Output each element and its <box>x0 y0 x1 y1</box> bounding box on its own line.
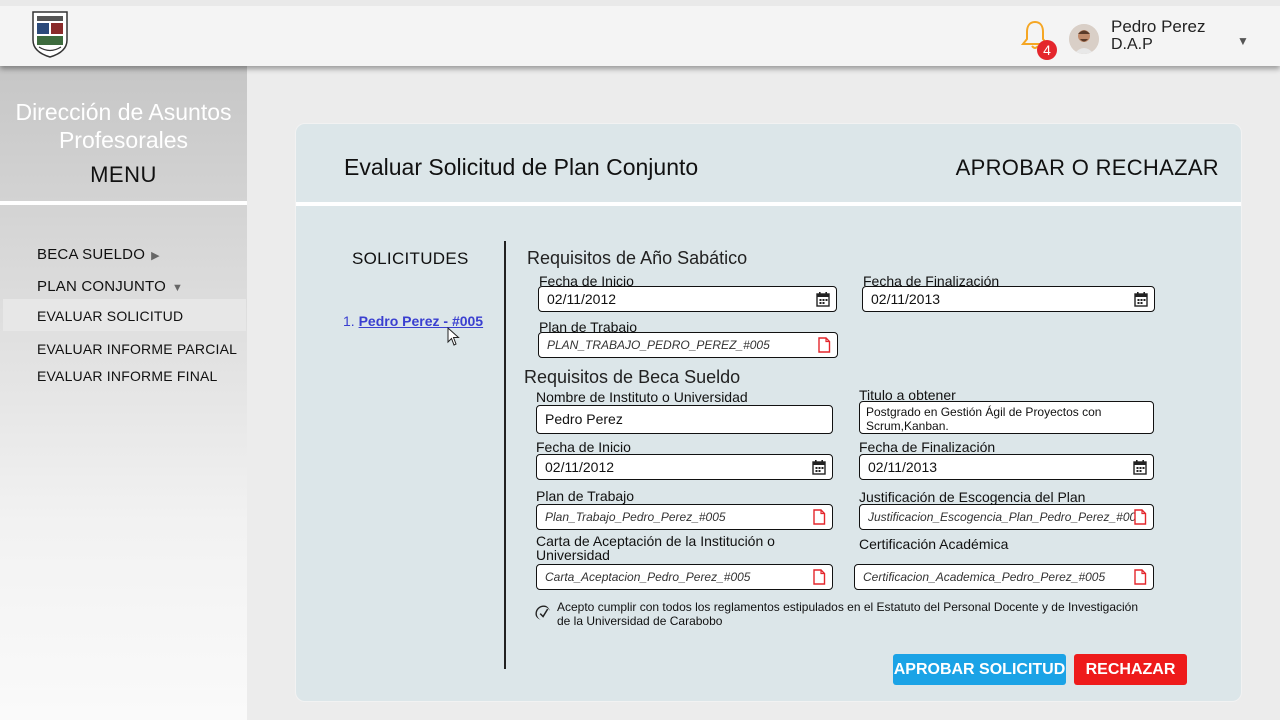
fecha-inicio-value: 02/11/2012 <box>547 291 617 307</box>
fecha-fin-field[interactable]: 02/11/2013 <box>862 286 1155 312</box>
section-title-beca: Requisitos de Beca Sueldo <box>524 367 741 387</box>
certificacion-file[interactable]: Certificacion_Academica_Pedro_Perez_#005 <box>854 564 1154 590</box>
label-beca-fecha-inicio: Fecha de Inicio <box>536 439 631 455</box>
instituto-value: Pedro Perez <box>545 411 623 427</box>
carta-file[interactable]: Carta_Aceptacion_Pedro_Perez_#005 <box>536 564 833 590</box>
notification-badge: 4 <box>1037 40 1057 60</box>
top-bar: 4 Pedro Perez D.A.P ▼ <box>0 0 1280 66</box>
plan-trabajo-file[interactable]: PLAN_TRABAJO_PEDRO_PEREZ_#005 <box>538 332 838 358</box>
section-title-sabatico: Requisitos de Año Sabático <box>527 248 748 268</box>
justificacion-filename: Justificacion_Escogencia_Plan_Pedro_Pere… <box>868 510 1143 524</box>
sidebar-item-beca-sueldo[interactable]: BECA SUELDO ▶ <box>37 246 160 263</box>
user-role: D.A.P <box>1111 36 1153 53</box>
reject-button[interactable]: RECHAZAR <box>1074 654 1187 685</box>
beca-fecha-inicio-field[interactable]: 02/11/2012 <box>536 454 833 480</box>
sidebar-item-label: BECA SUELDO <box>37 246 146 263</box>
sidebar-title: Dirección de Asuntos Profesorales <box>0 98 247 154</box>
approve-button[interactable]: APROBAR SOLICITUD <box>893 654 1066 685</box>
sidebar-title-line2: Profesorales <box>58 127 189 153</box>
page-title: Evaluar Solicitud de Plan Conjunto <box>344 154 699 180</box>
agreement-checkbox[interactable] <box>535 605 550 620</box>
certificacion-filename: Certificacion_Academica_Pedro_Perez_#005 <box>863 570 1106 584</box>
agreement-line1: Acepto cumplir con todos los reglamentos… <box>557 600 1139 614</box>
cursor-icon <box>447 327 460 346</box>
label-carta-line1: Carta de Aceptación de la Institución o <box>536 533 775 549</box>
vertical-divider <box>504 241 506 669</box>
sidebar-divider <box>0 201 247 205</box>
fecha-inicio-field[interactable]: 02/11/2012 <box>538 286 837 312</box>
calendar-icon[interactable] <box>812 459 826 475</box>
titulo-field[interactable]: Postgrado en Gestión Ágil de Proyectos c… <box>859 401 1154 434</box>
pdf-file-icon[interactable] <box>817 337 831 353</box>
fecha-fin-value: 02/11/2013 <box>871 291 941 307</box>
beca-fecha-inicio-value: 02/11/2012 <box>545 459 615 475</box>
beca-fecha-fin-field[interactable]: 02/11/2013 <box>859 454 1154 480</box>
label-beca-fecha-fin: Fecha de Finalización <box>859 439 996 455</box>
pdf-file-icon[interactable] <box>812 569 826 585</box>
titulo-line2: Scrum,Kanban. <box>866 419 949 433</box>
carta-filename: Carta_Aceptacion_Pedro_Perez_#005 <box>545 570 751 584</box>
instituto-field[interactable]: Pedro Perez <box>536 405 833 434</box>
chevron-down-icon[interactable]: ▼ <box>1237 34 1249 48</box>
sidebar-title-line1: Dirección de Asuntos <box>15 99 232 125</box>
sidebar: Dirección de Asuntos Profesorales MENU B… <box>0 66 247 720</box>
logo-seal-icon <box>32 11 68 58</box>
agreement-text: Acepto cumplir con todos los reglamentos… <box>557 600 1157 628</box>
list-item-number: 1. <box>343 313 355 329</box>
solicitud-link[interactable]: Pedro Perez - #005 <box>359 313 484 329</box>
beca-plan-filename: Plan_Trabajo_Pedro_Perez_#005 <box>545 510 726 524</box>
pdf-file-icon[interactable] <box>1133 569 1147 585</box>
chevron-down-icon: ▼ <box>172 282 184 294</box>
sidebar-item-evaluar-informe-final[interactable]: EVALUAR INFORME FINAL <box>37 368 218 384</box>
avatar[interactable] <box>1069 24 1099 54</box>
calendar-icon[interactable] <box>1134 291 1148 307</box>
pdf-file-icon[interactable] <box>1133 509 1147 525</box>
titulo-line1: Postgrado en Gestión Ágil de Proyectos c… <box>866 405 1102 419</box>
label-instituto: Nombre de Instituto o Universidad <box>536 389 748 405</box>
calendar-icon[interactable] <box>816 291 830 307</box>
chevron-right-icon: ▶ <box>151 250 160 262</box>
sidebar-item-plan-conjunto[interactable]: PLAN CONJUNTO ▼ <box>37 278 183 295</box>
action-title: APROBAR O RECHAZAR <box>955 155 1219 180</box>
label-beca-plan: Plan de Trabajo <box>536 488 635 504</box>
sidebar-item-label: PLAN CONJUNTO <box>37 278 167 295</box>
solicitudes-heading: SOLICITUDES <box>352 249 469 268</box>
sidebar-item-evaluar-solicitud[interactable]: EVALUAR SOLICITUD <box>37 308 183 324</box>
avatar-icon <box>1069 24 1099 54</box>
agreement-line2: de la Universidad de Carabobo <box>557 614 723 628</box>
pdf-file-icon[interactable] <box>812 509 826 525</box>
list-item: 1. Pedro Perez - #005 <box>343 313 483 329</box>
panel-divider <box>296 202 1241 206</box>
justificacion-file[interactable]: Justificacion_Escogencia_Plan_Pedro_Pere… <box>859 504 1154 530</box>
label-justificacion: Justificación de Escogencia del Plan <box>859 489 1086 505</box>
user-name: Pedro Perez <box>1111 17 1206 36</box>
menu-label: MENU <box>90 162 157 187</box>
plan-trabajo-filename: PLAN_TRABAJO_PEDRO_PEREZ_#005 <box>547 338 770 352</box>
label-titulo: Titulo a obtener <box>859 387 956 403</box>
label-carta: Carta de Aceptación de la Institución o … <box>536 534 775 562</box>
beca-plan-file[interactable]: Plan_Trabajo_Pedro_Perez_#005 <box>536 504 833 530</box>
sidebar-item-evaluar-informe-parcial[interactable]: EVALUAR INFORME PARCIAL <box>37 341 237 357</box>
calendar-icon[interactable] <box>1133 459 1147 475</box>
label-carta-line2: Universidad <box>536 547 610 563</box>
main-panel: Evaluar Solicitud de Plan Conjunto APROB… <box>295 123 1242 702</box>
beca-fecha-fin-value: 02/11/2013 <box>868 459 938 475</box>
label-certificacion: Certificación Académica <box>859 536 1009 552</box>
